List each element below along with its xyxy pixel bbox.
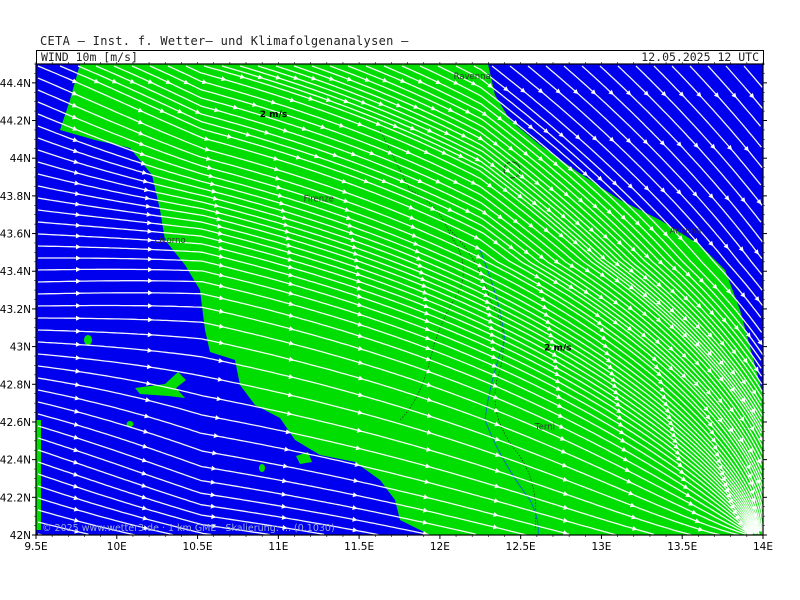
x-tick-label: 14E [753,541,773,553]
y-tick-label: 43.4N [0,266,31,278]
y-tick-label: 42.8N [0,379,31,391]
city-label: Ancona [670,227,702,237]
y-tick-label: 42.2N [0,492,31,504]
x-tick-label: 12E [430,541,450,553]
x-tick-label: 10.5E [183,541,213,553]
y-tick-label: 44.4N [0,78,31,90]
x-tick-label: 12.5E [506,541,536,553]
y-tick-label: 43.2N [0,304,31,316]
city-label: Ravenna [454,72,491,82]
x-tick-label: 9.5E [24,541,47,553]
city-label: Terni [534,422,555,432]
x-tick-label: 13E [591,541,611,553]
y-tick-label: 43N [10,342,31,354]
map-layers [36,64,763,535]
island-gorgona [84,335,92,345]
y-tick-label: 43.8N [0,191,31,203]
island-giglio [259,464,265,472]
credit-text: © 2025 www.wetter3.de · 1 km GME · Skali… [42,523,335,534]
x-tick-label: 11.5E [344,541,374,553]
y-tick-label: 42N [10,530,31,542]
city-label: Firenze [304,195,334,205]
city-label: Livorno [154,236,185,246]
y-tick-label: 44.2N [0,116,31,128]
y-tick-label: 42.4N [0,455,31,467]
y-tick-label: 43.6N [0,229,31,241]
wind-speed-label: 2 m/s [260,110,287,120]
y-tick-label: 42.6N [0,417,31,429]
x-tick-label: 10E [107,541,127,553]
y-tick-label: 44N [10,153,31,165]
wind-speed-label: 2 m/s [544,343,571,353]
wind-map[interactable]: 9.5E 10E 10.5E 11E 11.5E 12E 12.5E 13E 13.5E 14E … [0,0,800,600]
x-tick-label: 13.5E [667,541,697,553]
x-tick-label: 11E [268,541,288,553]
